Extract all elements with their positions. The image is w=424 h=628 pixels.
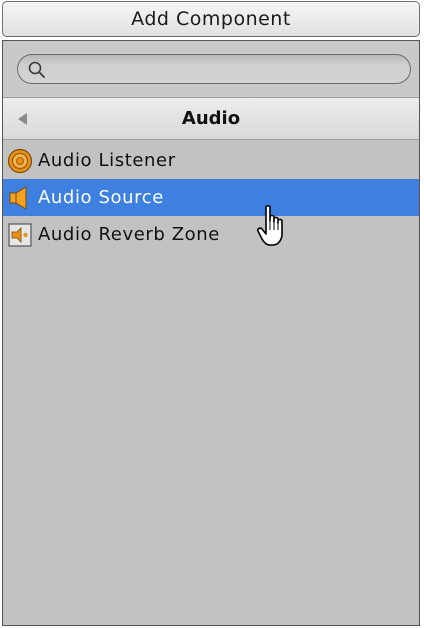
search-area (3, 41, 419, 97)
hand-cursor-icon (257, 205, 283, 246)
list-item-label: Audio Source (38, 187, 164, 208)
list-item-audio-source[interactable]: Audio Source (3, 179, 419, 216)
category-header: Audio (3, 97, 419, 140)
add-component-label: Add Component (131, 8, 291, 30)
list-item-audio-reverb-zone[interactable]: Audio Reverb Zone (3, 216, 419, 253)
list-item-audio-listener[interactable]: Audio Listener (3, 142, 419, 179)
audio-source-icon (9, 185, 27, 210)
audio-listener-icon (7, 148, 33, 173)
add-component-button[interactable]: Add Component (2, 1, 420, 37)
search-icon (28, 61, 45, 78)
list-item-label: Audio Listener (38, 150, 176, 171)
component-browser-panel: Audio Audio Listener Audio Source Audio … (2, 40, 420, 626)
search-input[interactable] (52, 58, 396, 82)
audio-reverb-zone-icon (8, 222, 32, 247)
search-field[interactable] (17, 54, 411, 84)
list-item-label: Audio Reverb Zone (38, 224, 220, 245)
category-title: Audio (181, 108, 241, 129)
component-list: Audio Listener Audio Source Audio Reverb… (3, 142, 419, 253)
